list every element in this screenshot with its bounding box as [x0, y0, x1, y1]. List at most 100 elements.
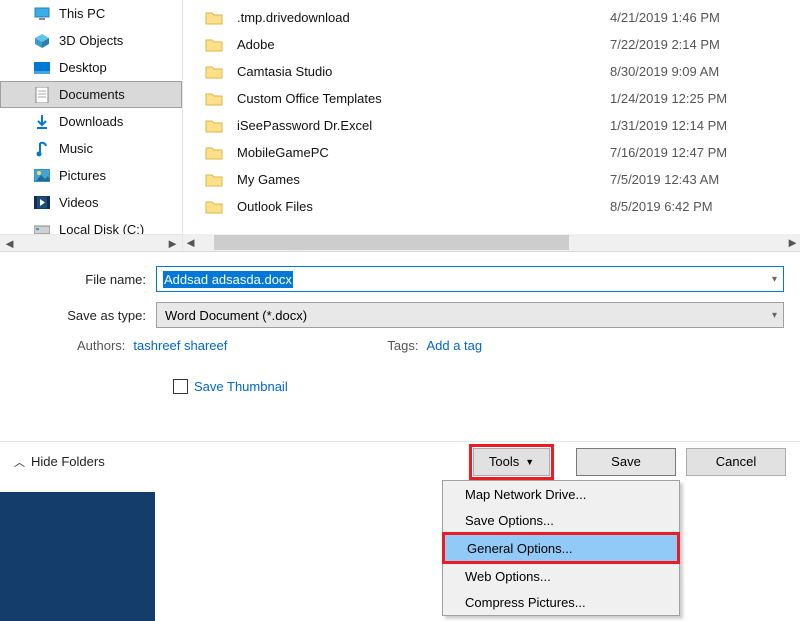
tree-item-pictures[interactable]: Pictures	[0, 162, 182, 189]
documents-icon	[33, 87, 51, 103]
save-thumbnail-label[interactable]: Save Thumbnail	[194, 379, 288, 394]
file-row[interactable]: Custom Office Templates1/24/2019 12:25 P…	[183, 85, 800, 112]
tree-item-music[interactable]: Music	[0, 135, 182, 162]
tags-label: Tags:	[387, 338, 418, 353]
tree-item-videos[interactable]: Videos	[0, 189, 182, 216]
file-row[interactable]: iSeePassword Dr.Excel1/31/2019 12:14 PM	[183, 112, 800, 139]
folder-icon	[205, 92, 223, 106]
videos-icon	[33, 195, 51, 211]
filename-value: Addsad adsasda.docx	[163, 271, 293, 288]
folder-icon	[205, 146, 223, 160]
tree-label: Desktop	[59, 60, 107, 75]
hide-folders-label: Hide Folders	[31, 454, 105, 469]
downloads-icon	[33, 114, 51, 130]
menu-item[interactable]: Save Options...	[443, 507, 679, 533]
sidebar-scrollbar[interactable]: ◄ ►	[0, 234, 182, 251]
save-form: File name: Addsad adsasda.docx ▾ Save as…	[0, 252, 800, 394]
tags-value[interactable]: Add a tag	[426, 338, 482, 353]
save-button[interactable]: Save	[576, 448, 676, 476]
tree-label: Downloads	[59, 114, 123, 129]
filename-input[interactable]: Addsad adsasda.docx ▾	[156, 266, 784, 292]
tree-item-3d-objects[interactable]: 3D Objects	[0, 27, 182, 54]
authors-value[interactable]: tashreef shareef	[133, 338, 227, 353]
dropdown-icon: ▼	[525, 457, 534, 467]
3d-icon	[33, 33, 51, 49]
file-name: My Games	[237, 172, 610, 187]
scroll-right-icon[interactable]: ►	[165, 236, 180, 251]
menu-item[interactable]: Map Network Drive...	[443, 481, 679, 507]
folder-icon	[205, 119, 223, 133]
tree-label: This PC	[59, 6, 105, 21]
music-icon	[33, 141, 51, 157]
tools-label: Tools	[489, 454, 519, 469]
disk-icon	[33, 222, 51, 235]
scroll-left-icon[interactable]: ◄	[183, 235, 198, 250]
file-name: Outlook Files	[237, 199, 610, 214]
dropdown-icon[interactable]: ▾	[772, 274, 777, 285]
file-row[interactable]: My Games7/5/2019 12:43 AM	[183, 166, 800, 193]
tree-item-documents[interactable]: Documents	[0, 81, 182, 108]
tree-label: Documents	[59, 87, 125, 102]
folder-icon	[205, 65, 223, 79]
file-name: iSeePassword Dr.Excel	[237, 118, 610, 133]
horizontal-scrollbar[interactable]: ◄ ►	[183, 234, 800, 251]
authors-label: Authors:	[77, 338, 125, 353]
file-date: 1/31/2019 12:14 PM	[610, 118, 800, 133]
file-name: MobileGamePC	[237, 145, 610, 160]
file-row[interactable]: Adobe7/22/2019 2:14 PM	[183, 31, 800, 58]
file-date: 7/22/2019 2:14 PM	[610, 37, 800, 52]
tree-item-local-disk[interactable]: Local Disk (C:)	[0, 216, 182, 234]
navigation-tree: This PC 3D Objects Desktop Documents Dow…	[0, 0, 183, 251]
file-row[interactable]: MobileGamePC7/16/2019 12:47 PM	[183, 139, 800, 166]
file-date: 4/21/2019 1:46 PM	[610, 10, 800, 25]
tools-highlight: Tools ▼	[469, 444, 554, 480]
filename-label: File name:	[16, 272, 156, 287]
file-date: 8/30/2019 9:09 AM	[610, 64, 800, 79]
file-date: 8/5/2019 6:42 PM	[610, 199, 800, 214]
type-select[interactable]: Word Document (*.docx) ▾	[156, 302, 784, 328]
folder-icon	[205, 173, 223, 187]
pc-icon	[33, 6, 51, 22]
tree-label: Pictures	[59, 168, 106, 183]
file-row[interactable]: Outlook Files8/5/2019 6:42 PM	[183, 193, 800, 220]
save-label: Save	[611, 454, 641, 469]
dropdown-icon[interactable]: ▾	[772, 310, 777, 321]
cancel-label: Cancel	[716, 454, 756, 469]
save-thumbnail-checkbox[interactable]	[173, 379, 188, 394]
scroll-right-icon[interactable]: ►	[785, 235, 800, 250]
tree-item-this-pc[interactable]: This PC	[0, 0, 182, 27]
chevron-up-icon: ︿	[14, 454, 25, 470]
file-list[interactable]: .tmp.drivedownload4/21/2019 1:46 PMAdobe…	[183, 0, 800, 234]
scrollbar-thumb[interactable]	[214, 235, 569, 250]
file-name: Custom Office Templates	[237, 91, 610, 106]
folder-icon	[205, 11, 223, 25]
tree-item-desktop[interactable]: Desktop	[0, 54, 182, 81]
tree-label: 3D Objects	[59, 33, 123, 48]
tree-label: Videos	[59, 195, 99, 210]
tools-menu: Map Network Drive...Save Options...Gener…	[442, 480, 680, 616]
dialog-footer: ︿ Hide Folders Tools ▼ Save Cancel	[0, 441, 800, 481]
file-name: Adobe	[237, 37, 610, 52]
folder-icon	[205, 200, 223, 214]
file-row[interactable]: .tmp.drivedownload4/21/2019 1:46 PM	[183, 4, 800, 31]
file-row[interactable]: Camtasia Studio8/30/2019 9:09 AM	[183, 58, 800, 85]
background-strip	[0, 492, 155, 621]
cancel-button[interactable]: Cancel	[686, 448, 786, 476]
folder-icon	[205, 38, 223, 52]
type-value: Word Document (*.docx)	[165, 308, 307, 323]
file-list-panel: .tmp.drivedownload4/21/2019 1:46 PMAdobe…	[183, 0, 800, 251]
tree-item-downloads[interactable]: Downloads	[0, 108, 182, 135]
file-name: .tmp.drivedownload	[237, 10, 610, 25]
hide-folders-button[interactable]: ︿ Hide Folders	[14, 454, 105, 470]
menu-item[interactable]: Web Options...	[443, 563, 679, 589]
file-date: 1/24/2019 12:25 PM	[610, 91, 800, 106]
pictures-icon	[33, 168, 51, 184]
menu-highlight: General Options...	[442, 532, 680, 564]
scroll-left-icon[interactable]: ◄	[2, 236, 17, 251]
menu-item[interactable]: Compress Pictures...	[443, 589, 679, 615]
file-date: 7/16/2019 12:47 PM	[610, 145, 800, 160]
tools-button[interactable]: Tools ▼	[473, 448, 550, 476]
file-name: Camtasia Studio	[237, 64, 610, 79]
menu-item[interactable]: General Options...	[445, 535, 677, 561]
tree-label: Music	[59, 141, 93, 156]
